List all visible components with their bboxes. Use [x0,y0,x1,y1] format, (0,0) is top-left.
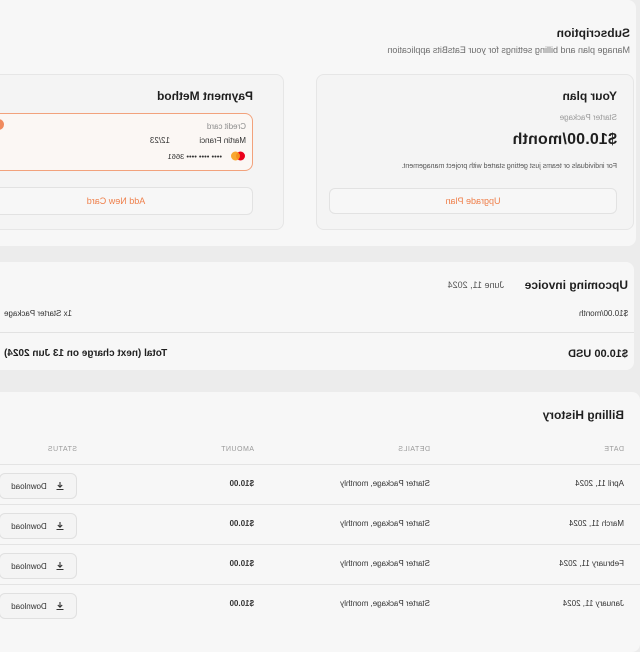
row-details: Starter Package, monthly [340,599,430,608]
row-amount: $10.00 [229,559,254,568]
column-header-status: STATUS [47,446,77,453]
column-header-details: DETAILS [397,446,430,453]
row-details: Starter Package, monthly [340,559,430,568]
mastercard-icon [231,151,245,161]
row-date: January 11, 2024 [562,599,624,608]
row-amount: $10.00 [229,519,254,528]
download-button[interactable]: Download [0,593,77,619]
invoice-total-label: Total (next charge on 13 Jun 2024) [4,348,168,359]
download-button[interactable]: Download [0,553,77,579]
row-amount: $10.00 [229,479,254,488]
invoice-date: June 11, 2024 [447,280,504,290]
billing-history-title: Billing History [542,408,624,422]
download-icon [56,482,64,491]
download-label: Download [11,561,47,571]
row-amount: $10.00 [229,599,254,608]
upgrade-plan-button[interactable]: Upgrade Plan [329,188,617,214]
row-date: February 11, 2024 [559,559,624,568]
download-label: Download [11,481,47,491]
subscription-title: Subscription [556,26,630,40]
row-details: Starter Package, monthly [340,479,430,488]
card-type: Credit card [206,122,246,131]
table-row: January 11, 2024 Starter Package, monthl… [0,584,640,625]
card-holder-name: Martin Franci [199,136,246,145]
invoice-line-item: 1x Starter Package [4,309,73,318]
billing-history-panel: Billing History DATE DETAILS AMOUNT STAT… [0,392,640,652]
column-header-date: DATE [603,446,624,453]
payment-method-card: Payment Method Credit card Martin Franci… [0,74,284,230]
download-button[interactable]: Download [0,513,77,539]
download-label: Download [11,601,47,611]
table-row: March 11, 2024 Starter Package, monthly … [0,504,640,545]
plan-price: $10.00/month [512,131,617,148]
radio-selected-icon[interactable] [0,119,4,130]
card-number: •••• •••• •••• 3661 [167,152,222,161]
table-row: February 11, 2024 Starter Package, month… [0,544,640,585]
download-icon [56,602,64,611]
column-header-amount: AMOUNT [220,446,254,453]
plan-package-label: Starter Package [559,113,617,122]
billing-page: Subscription Manage plan and billing set… [0,0,640,652]
row-details: Starter Package, monthly [340,519,430,528]
invoice-line-amount: $10.00/month [579,309,628,318]
row-date: March 11, 2024 [569,519,624,528]
upcoming-invoice-panel: Upcoming invoice June 11, 2024 $10.00/mo… [0,262,634,370]
row-date: April 11, 2024 [575,479,624,488]
invoice-total-amount: $10.00 USD [568,348,628,360]
subscription-panel: Subscription Manage plan and billing set… [0,0,636,246]
add-new-card-button[interactable]: Add New Card [0,187,253,215]
download-icon [56,562,64,571]
subscription-subtitle: Manage plan and billing settings for you… [387,45,630,55]
plan-card: Your plan Starter Package $10.00/month F… [316,74,634,230]
download-label: Download [11,521,47,531]
credit-card-option[interactable]: Credit card Martin Franci 12/23 •••• •••… [0,113,253,171]
payment-title: Payment Method [156,89,253,103]
download-button[interactable]: Download [0,473,77,499]
invoice-divider [0,332,634,333]
card-expiry: 12/23 [149,136,170,145]
invoice-title: Upcoming invoice [524,278,628,292]
download-icon [56,522,64,531]
table-row: April 11, 2024 Starter Package, monthly … [0,464,640,505]
plan-title: Your plan [562,89,617,103]
plan-description: For individuals or teams just getting st… [401,163,617,170]
